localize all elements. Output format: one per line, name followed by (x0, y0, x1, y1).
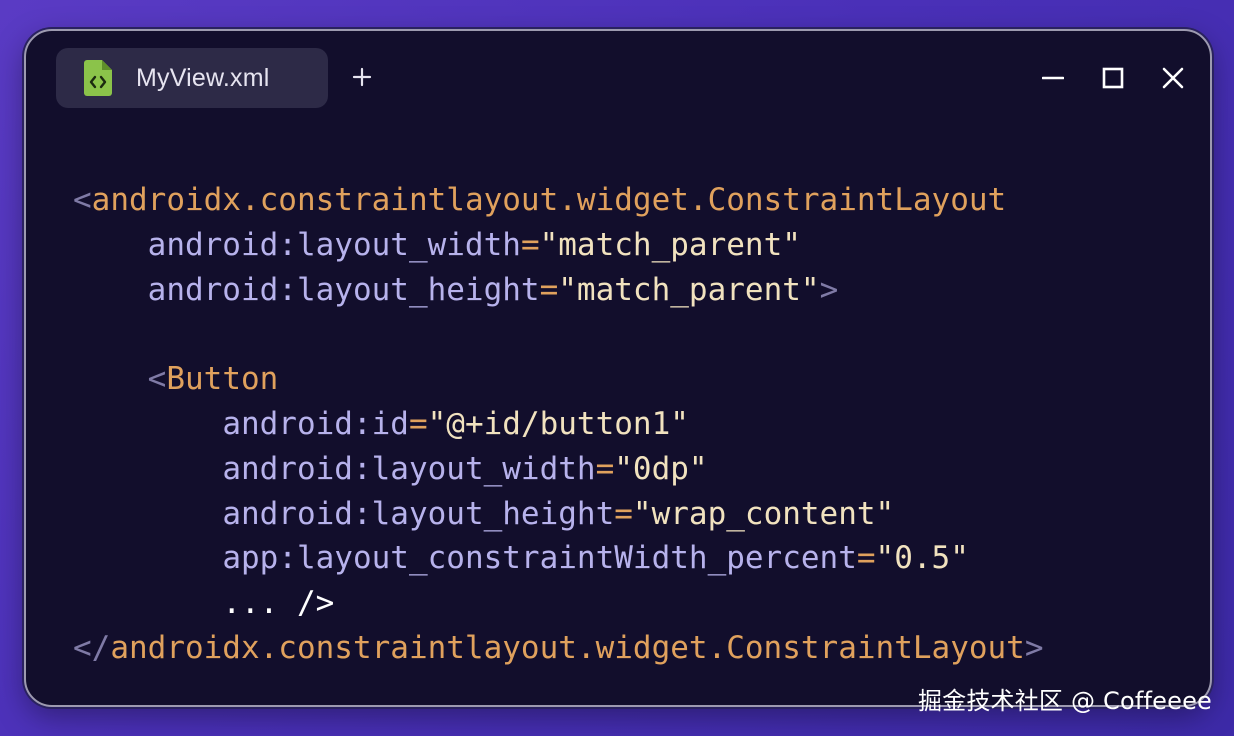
xml-file-icon (84, 60, 112, 96)
code-block: <androidx.constraintlayout.widget.Constr… (73, 178, 1044, 671)
attr-name: android:layout_width (222, 450, 596, 487)
maximize-icon (1102, 67, 1124, 89)
open-bracket: < (147, 361, 167, 398)
self-closing-ellipsis: ... /> (222, 585, 335, 622)
attr-name: android:layout_height (147, 271, 540, 308)
equals-sign: = (856, 540, 876, 577)
equals-sign: = (614, 495, 633, 532)
attr-value: "@+id/button1" (427, 405, 689, 442)
attr-value: "match_parent" (558, 271, 820, 308)
maximize-button[interactable] (1098, 63, 1128, 93)
equals-sign: = (408, 405, 428, 442)
root-closing-tag-name: androidx.constraintlayout.widget.Constra… (110, 629, 1025, 666)
plus-icon (352, 67, 372, 87)
equals-sign: = (595, 450, 615, 487)
minimize-icon (1042, 76, 1064, 80)
watermark-text: 掘金技术社区 @ Coffeeee (917, 687, 1212, 715)
open-bracket: < (73, 182, 92, 218)
attr-value: "0.5" (875, 540, 969, 577)
close-bracket: > (1024, 629, 1044, 666)
closing-open-bracket: </ (73, 629, 111, 666)
attr-name: android:id (222, 405, 409, 442)
attr-value: "wrap_content" (632, 495, 895, 532)
tab-title: MyView.xml (136, 63, 270, 92)
attr-name: android:layout_width (147, 226, 521, 263)
tab-myview-xml[interactable]: MyView.xml (56, 48, 328, 108)
equals-sign: = (520, 226, 540, 263)
button-tag-name: Button (166, 361, 279, 398)
minimize-button[interactable] (1038, 63, 1068, 93)
equals-sign: = (539, 271, 559, 308)
new-tab-button[interactable] (348, 63, 376, 91)
attr-name: app:layout_constraintWidth_percent (222, 540, 857, 577)
code-window: MyView.xml <androidx.constraintlayout.wi… (24, 29, 1212, 707)
close-bracket: > (819, 271, 839, 308)
attr-name: android:layout_height (222, 495, 615, 532)
root-tag-name: androidx.constraintlayout.widget.Constra… (91, 182, 1007, 218)
close-button[interactable] (1158, 63, 1188, 93)
attr-value: "0dp" (614, 450, 708, 487)
close-icon (1162, 67, 1184, 89)
attr-value: "match_parent" (539, 226, 801, 263)
